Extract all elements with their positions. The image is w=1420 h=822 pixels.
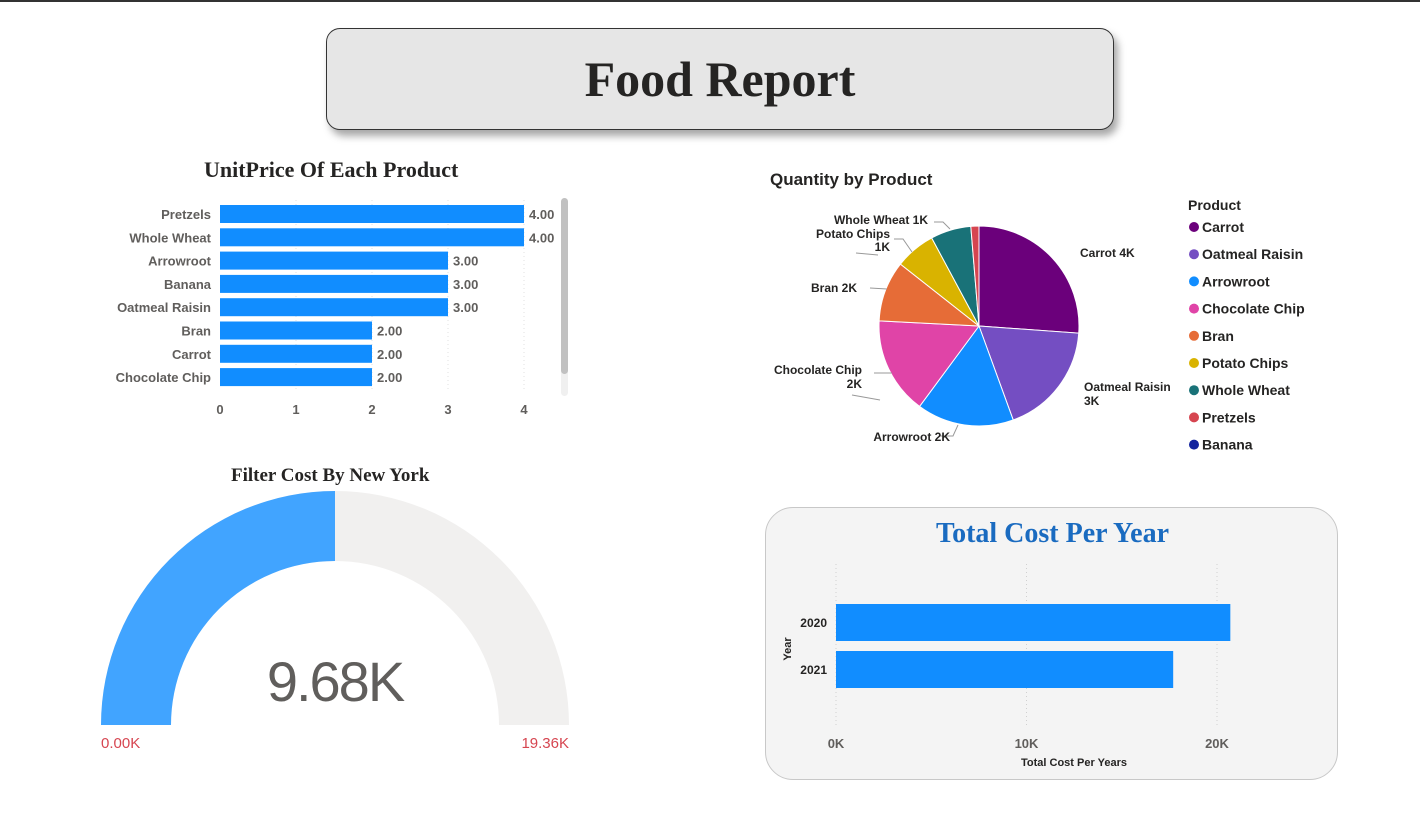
pie-leader-line [869, 287, 888, 290]
top-border [0, 0, 1420, 2]
unitprice-bar[interactable] [220, 274, 448, 293]
pie-data-label: 2K [847, 377, 863, 391]
unitprice-category-label: Whole Wheat [129, 230, 211, 245]
pie-legend-label[interactable]: Whole Wheat [1202, 382, 1290, 398]
pie-legend-label[interactable]: Banana [1202, 437, 1253, 453]
pie-legend-marker[interactable] [1189, 222, 1199, 232]
unitprice-bar[interactable] [220, 298, 448, 317]
total-category-label: 2020 [800, 616, 827, 630]
pie-data-label: 1K [875, 240, 891, 254]
pie-leader-line [851, 394, 881, 401]
cost-gauge[interactable]: 9.68K 0.00K 19.36K [90, 485, 590, 765]
unitprice-category-label: Bran [181, 324, 211, 339]
unitprice-bar[interactable] [220, 228, 524, 247]
pie-legend-label[interactable]: Oatmeal Raisin [1202, 246, 1303, 262]
unitprice-category-label: Chocolate Chip [116, 370, 211, 385]
pie-legend-label[interactable]: Bran [1202, 328, 1234, 344]
pie-legend-label[interactable]: Chocolate Chip [1202, 301, 1305, 317]
pie-legend-marker[interactable] [1189, 358, 1199, 368]
gauge-title: Filter Cost By New York [231, 465, 430, 486]
pie-legend-title: Product [1188, 197, 1241, 213]
gauge-min-label: 0.00K [101, 735, 140, 752]
quantity-chart-title: Quantity by Product [770, 170, 933, 189]
unitprice-bar[interactable] [220, 368, 372, 387]
total-xtick: 10K [1015, 736, 1039, 751]
pie-data-label: Oatmeal Raisin [1084, 380, 1171, 394]
pie-legend-marker[interactable] [1189, 330, 1199, 341]
unitprice-xtick: 2 [368, 402, 375, 417]
pie-legend-label[interactable]: Potato Chips [1202, 355, 1289, 371]
report-title-box: Food Report [326, 28, 1114, 130]
unitprice-data-label: 3.00 [453, 300, 478, 315]
unitprice-category-label: Pretzels [161, 207, 211, 222]
total-xtick: 20K [1205, 736, 1229, 751]
total-bar[interactable] [836, 651, 1174, 688]
pie-data-label: Bran 2K [811, 281, 857, 295]
pie-data-label: Potato Chips [816, 227, 890, 241]
unitprice-data-label: 4.00 [529, 230, 554, 245]
pie-legend-marker[interactable] [1189, 303, 1199, 314]
unitprice-category-label: Arrowroot [148, 254, 212, 269]
report-title: Food Report [584, 51, 856, 107]
total-xtick: 0K [828, 736, 845, 751]
pie-legend-label[interactable]: Arrowroot [1202, 273, 1270, 289]
total-category-label: 2021 [800, 663, 827, 677]
pie-legend-marker[interactable] [1189, 439, 1199, 450]
pie-data-label: 3K [1084, 394, 1100, 408]
unitprice-data-label: 2.00 [377, 370, 402, 385]
unitprice-xtick: 0 [216, 402, 223, 417]
pie-legend-label[interactable]: Carrot [1202, 219, 1244, 235]
unitprice-xtick: 3 [444, 402, 451, 417]
unitprice-chart[interactable]: 0 1 2 3 4 Pretzels 4.00 Whole Wheat 4.00 Arrowroo… [100, 192, 580, 422]
pie-data-label: Arrowroot 2K [873, 430, 950, 444]
pie-leader-line [934, 221, 951, 230]
unitprice-bar[interactable] [220, 321, 372, 340]
pie-data-label: Carrot 4K [1080, 246, 1135, 260]
unitprice-bar[interactable] [220, 251, 448, 270]
total-xaxis-label: Total Cost Per Years [1021, 757, 1127, 769]
gauge-max-label: 19.36K [521, 735, 569, 752]
unitprice-xtick: 4 [520, 402, 528, 417]
pie-slice[interactable] [978, 225, 1080, 334]
unitprice-data-label: 2.00 [377, 324, 402, 339]
gauge-value-label: 9.68K [267, 650, 405, 713]
pie-leader-line [894, 238, 913, 253]
pie-legend-label[interactable]: Pretzels [1202, 409, 1256, 425]
unitprice-xtick: 1 [292, 402, 299, 417]
pie-data-label: Chocolate Chip [774, 363, 862, 377]
total-cost-chart[interactable]: 0K 10K 20K 2020 2021 Total Cost Per Years Year [766, 508, 1339, 781]
unitprice-chart-title: UnitPrice Of Each Product [204, 157, 459, 182]
pie-legend-marker[interactable] [1189, 249, 1199, 260]
unitprice-category-label: Banana [164, 277, 212, 292]
total-cost-card: Total Cost Per Year 0K 10K 20K 2020 2021 Tota… [765, 507, 1338, 780]
unitprice-data-label: 2.00 [377, 347, 402, 362]
total-yaxis-label: Year [782, 637, 794, 661]
unitprice-scrollbar-thumb[interactable] [561, 198, 568, 374]
unitprice-bar[interactable] [220, 344, 372, 363]
total-bar[interactable] [836, 604, 1231, 641]
pie-legend-marker[interactable] [1189, 276, 1199, 287]
unitprice-data-label: 3.00 [453, 277, 478, 292]
unitprice-bar[interactable] [220, 205, 524, 223]
pie-legend-marker[interactable] [1189, 385, 1199, 396]
unitprice-data-label: 4.00 [529, 207, 554, 222]
unitprice-data-label: 3.00 [453, 254, 478, 269]
unitprice-category-label: Oatmeal Raisin [117, 300, 211, 315]
pie-data-label: Whole Wheat 1K [834, 213, 928, 227]
pie-legend-marker[interactable] [1189, 412, 1199, 423]
quantity-pie-chart[interactable]: Carrot 4KOatmeal Raisin3KArrowroot 2KCho… [760, 195, 1320, 455]
unitprice-category-label: Carrot [172, 347, 212, 362]
